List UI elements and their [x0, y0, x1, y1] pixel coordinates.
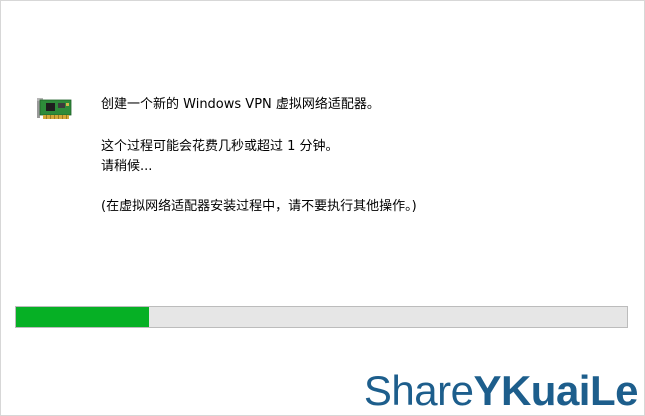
install-progress-fill — [16, 307, 149, 327]
vpn-adapter-install-dialog: 创建一个新的 Windows VPN 虚拟网络适配器。 这个过程可能会花费几秒或… — [0, 0, 645, 416]
duration-message: 这个过程可能会花费几秒或超过 1 分钟。 — [101, 139, 339, 154]
watermark-part-share: Share — [363, 367, 474, 414]
install-progress-bar — [15, 306, 628, 328]
watermark-logo: ShareYKuaiLe — [363, 367, 639, 415]
create-adapter-message: 创建一个新的 Windows VPN 虚拟网络适配器。 — [101, 97, 380, 112]
network-adapter-card-icon — [37, 98, 72, 119]
do-not-interrupt-note: (在虚拟网络适配器安装过程中，请不要执行其他操作。) — [101, 199, 417, 214]
watermark-part-ykuaile: YKuaiLe — [473, 367, 638, 414]
please-wait-message: 请稍候... — [101, 159, 153, 174]
